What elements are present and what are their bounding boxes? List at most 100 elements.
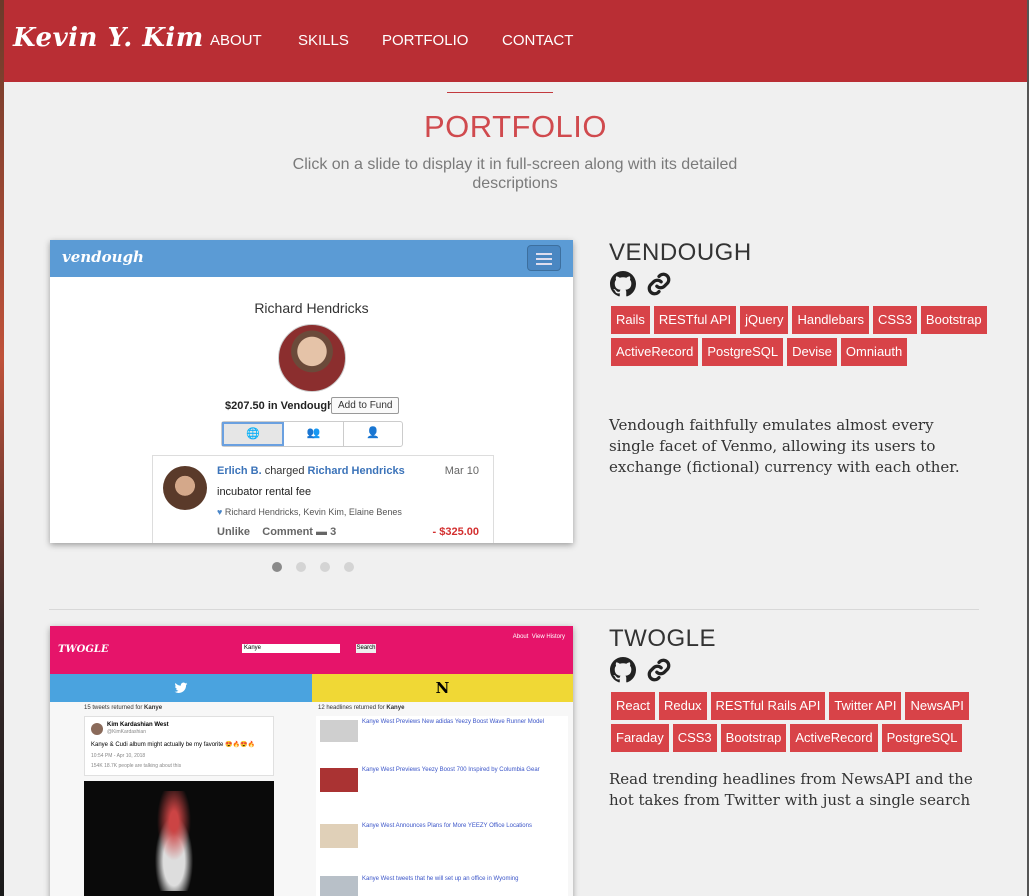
- nav-contact[interactable]: CONTACT: [502, 32, 573, 49]
- twitter-tab[interactable]: [50, 674, 312, 702]
- project-description: Read trending headlines from NewsAPI and…: [609, 770, 973, 809]
- txn-likes-names: Richard Hendricks, Kevin Kim, Elaine Ben…: [224, 507, 402, 517]
- github-icon[interactable]: [610, 271, 636, 297]
- carousel-dot[interactable]: [296, 562, 306, 572]
- tag: Faraday: [611, 724, 669, 752]
- news-tab[interactable]: N: [312, 674, 573, 702]
- brand-logo[interactable]: Kevin Y. Kim: [13, 23, 204, 53]
- twogle-search-input[interactable]: Kanye: [242, 644, 340, 653]
- tag: Handlebars: [792, 306, 869, 334]
- nav-about[interactable]: ABOUT: [210, 32, 262, 49]
- project-title: TWOGLE: [609, 625, 717, 652]
- twogle-history-link[interactable]: View History: [532, 634, 565, 640]
- headline-thumb: [320, 876, 358, 896]
- tweet-time: 10:54 PM - Apr 10, 2018: [91, 753, 146, 759]
- section-divider: [447, 92, 553, 93]
- headline-link[interactable]: Kanye West tweets that he will set up an…: [362, 876, 562, 882]
- txn-target[interactable]: Richard Hendricks: [308, 465, 405, 477]
- tag: Bootstrap: [920, 306, 987, 334]
- carousel-dot[interactable]: [344, 562, 354, 572]
- tag: ActiveRecord: [790, 724, 878, 752]
- tag: Bootstrap: [720, 724, 787, 752]
- tweets-query: Kanye: [144, 705, 163, 711]
- avatar: [278, 324, 346, 392]
- tweet-text: Kanye & Cudi album might actually be my …: [91, 742, 255, 748]
- carousel-dot[interactable]: [320, 562, 330, 572]
- tag: Rails: [611, 306, 650, 334]
- tag: jQuery: [740, 306, 789, 334]
- globe-icon[interactable]: 🌐: [222, 422, 285, 446]
- twogle-search-button[interactable]: Search: [356, 644, 376, 653]
- comment-icon: ▬: [316, 526, 328, 538]
- friends-icon[interactable]: 👥: [284, 422, 344, 446]
- tweets-count-label: 15 tweets returned for: [84, 705, 143, 711]
- txn-actor[interactable]: Erlich B.: [217, 465, 262, 477]
- tweet-avatar: [91, 723, 103, 735]
- comment-button[interactable]: Comment: [262, 526, 313, 538]
- nav-portfolio[interactable]: PORTFOLIO: [382, 32, 468, 49]
- link-icon[interactable]: [646, 271, 672, 297]
- tag: PostgreSQL: [881, 724, 963, 752]
- project-description: Vendough faithfully emulates almost ever…: [609, 416, 960, 476]
- tag: React: [611, 692, 655, 720]
- twogle-about-link[interactable]: About: [513, 634, 529, 640]
- add-to-fund-button[interactable]: Add to Fund: [331, 397, 400, 414]
- vendough-username: Richard Hendricks: [254, 300, 369, 316]
- txn-note: incubator rental fee: [217, 486, 312, 498]
- headlines-query: Kanye: [386, 705, 405, 711]
- tag: ActiveRecord: [611, 338, 699, 366]
- carousel-dot[interactable]: [272, 562, 282, 572]
- headline-link[interactable]: Kanye West Previews Yeezy Boost 700 Insp…: [362, 767, 562, 773]
- transaction-card: Erlich B. charged Richard Hendricks Mar …: [152, 455, 494, 543]
- vendough-header: vendough: [50, 240, 573, 277]
- section-subtitle: Click on a slide to display it in full-s…: [292, 156, 738, 192]
- tag: Redux: [658, 692, 707, 720]
- txn-actions: Unlike Comment ▬ 3: [217, 526, 336, 538]
- headlines-count-label: 12 headlines returned for: [318, 705, 385, 711]
- project-links: [610, 657, 672, 683]
- balance-text: $207.50 in Vendough: [225, 400, 334, 412]
- heart-icon: ♥: [217, 507, 223, 517]
- tag: NewsAPI: [905, 692, 969, 720]
- headline-thumb: [320, 768, 358, 792]
- txn-amount: - $325.00: [432, 526, 479, 538]
- link-icon[interactable]: [646, 657, 672, 683]
- github-icon[interactable]: [610, 657, 636, 683]
- headline-link[interactable]: Kanye West Announces Plans for More YEEZ…: [362, 823, 562, 829]
- nav-skills[interactable]: SKILLS: [298, 32, 349, 49]
- tag-list: React Redux RESTful Rails API Twitter AP…: [611, 692, 991, 756]
- tweet-card: Kim Kardashian West @KimKardashian Kanye…: [84, 716, 274, 776]
- headline-thumb: [320, 720, 358, 742]
- twogle-nav: About View History: [513, 634, 565, 640]
- carousel-dots: [272, 562, 354, 572]
- project-divider: [49, 609, 979, 610]
- tag: PostgreSQL: [702, 338, 784, 366]
- feed-toggle: 🌐 👥 👤: [221, 421, 403, 447]
- unlike-button[interactable]: Unlike: [217, 526, 250, 538]
- user-icon[interactable]: 👤: [344, 422, 402, 446]
- txn-date: Mar 10: [444, 465, 479, 477]
- vendough-slide[interactable]: vendough Richard Hendricks $207.50 in Ve…: [50, 240, 573, 543]
- section-title: PORTFOLIO: [423, 109, 608, 144]
- tag: Devise: [787, 338, 837, 366]
- twogle-logo: TWOGLE: [58, 644, 109, 655]
- tag: CSS3: [872, 306, 917, 334]
- txn-verb: charged: [264, 465, 305, 477]
- tweet-author: Kim Kardashian West: [107, 722, 169, 728]
- headlines-count: 12 headlines returned for Kanye: [318, 705, 404, 711]
- headline-link[interactable]: Kanye West Previews New adidas Yeezy Boo…: [362, 719, 562, 725]
- tweets-count: 15 tweets returned for Kanye: [84, 705, 162, 711]
- tag: CSS3: [672, 724, 717, 752]
- tweet-handle: @KimKardashian: [107, 729, 146, 735]
- twitter-icon: [174, 682, 188, 693]
- headline-list: Kanye West Previews New adidas Yeezy Boo…: [316, 716, 568, 896]
- twogle-slide[interactable]: TWOGLE Kanye Search About View History N…: [50, 626, 573, 896]
- portfolio-section: PORTFOLIO Click on a slide to display it…: [4, 82, 1027, 896]
- project-links: [610, 271, 672, 297]
- tweet-stats: 154K 18.7K people are talking about this: [91, 763, 182, 769]
- tag: Omniauth: [840, 338, 908, 366]
- headline-thumb: [320, 824, 358, 848]
- txn-likes: ♥ Richard Hendricks, Kevin Kim, Elaine B…: [217, 507, 402, 517]
- comment-count: 3: [330, 526, 337, 538]
- hamburger-icon[interactable]: [527, 245, 561, 271]
